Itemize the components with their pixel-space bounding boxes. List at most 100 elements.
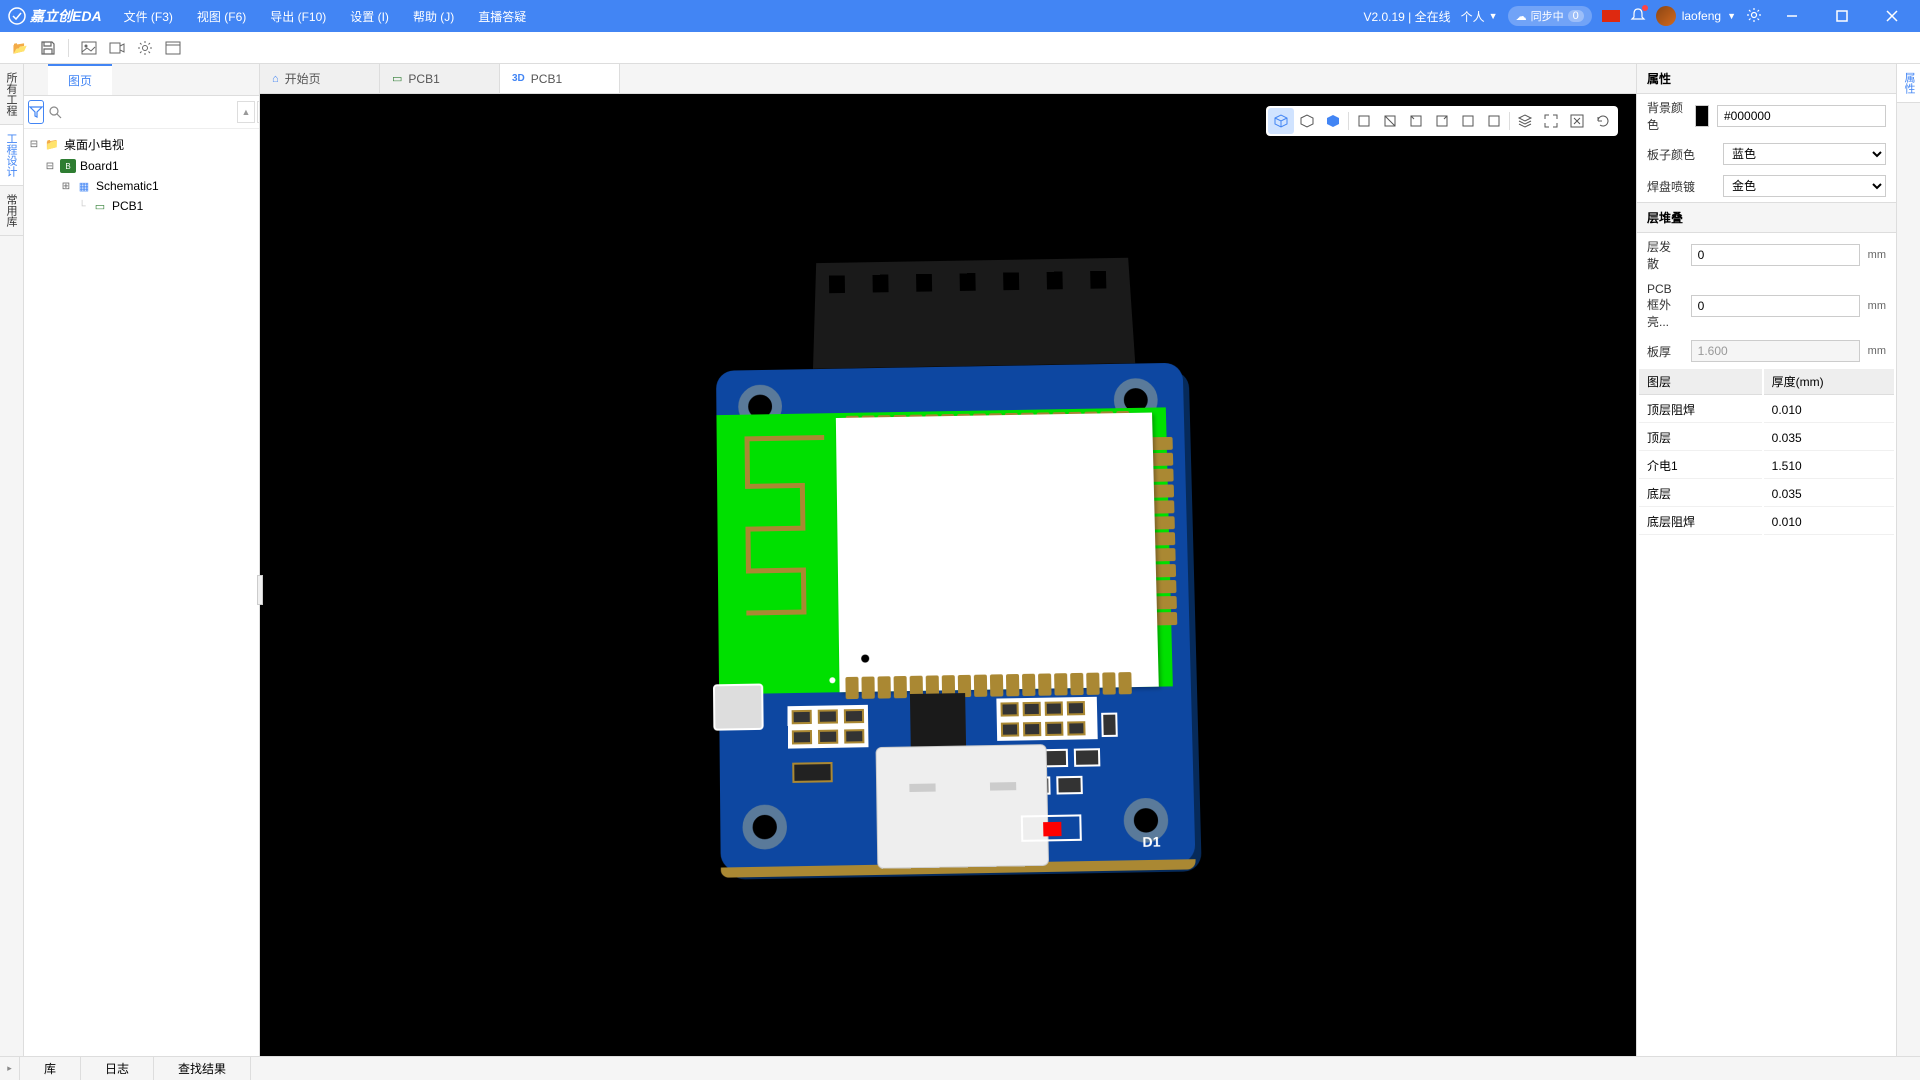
search-button[interactable] (48, 100, 62, 124)
home-icon: ⌂ (272, 73, 279, 85)
menu-export[interactable]: 导出 (F10) (260, 4, 336, 29)
tree-schematic[interactable]: ⊞ ▦ Schematic1 (24, 176, 259, 196)
bg-color-label: 背景颜色 (1647, 99, 1687, 133)
pad-spray-label: 焊盘喷镀 (1647, 178, 1715, 195)
close-button[interactable] (1872, 0, 1912, 32)
video-tool-button[interactable] (105, 36, 129, 60)
gear-tool-button[interactable] (133, 36, 157, 60)
tree-board[interactable]: ⊟ B Board1 (24, 156, 259, 176)
tab-start-page[interactable]: ⌂ 开始页 (260, 64, 380, 93)
view-bottom-button[interactable] (1481, 108, 1507, 134)
pad-spray-select[interactable]: 金色 (1723, 175, 1886, 197)
layer-row[interactable]: 底层阻焊0.010 (1639, 509, 1894, 535)
save-button[interactable] (36, 36, 60, 60)
maximize-button[interactable] (1822, 0, 1862, 32)
bottom-collapse-button[interactable]: ▸ (0, 1057, 20, 1080)
right-vertical-tabs: 属性 (1896, 64, 1920, 1056)
layer-name: 介电1 (1639, 453, 1762, 479)
titlebar-right: V2.0.19 | 全在线 个人 ▼ ☁ 同步中 0 laofeng ▼ (1363, 0, 1912, 32)
sync-badge[interactable]: ☁ 同步中 0 (1508, 6, 1592, 26)
flag-icon[interactable] (1602, 10, 1620, 22)
prop-pad-spray: 焊盘喷镀 金色 (1637, 170, 1896, 202)
open-folder-button[interactable]: 📂 (8, 36, 32, 60)
properties-panel: 属性 背景颜色 板子颜色 蓝色 焊盘喷镀 金色 层堆叠 层发散 (1636, 64, 1896, 1056)
vtab-project-design[interactable]: 工程设计 (0, 125, 23, 186)
titlebar: 嘉立创EDA 文件 (F3) 视图 (F6) 导出 (F10) 设置 (I) 帮… (0, 0, 1920, 32)
tree-project[interactable]: ⊟ 📁 桌面小电视 (24, 133, 259, 156)
minimize-button[interactable] (1772, 0, 1812, 32)
menu-help[interactable]: 帮助 (J) (403, 4, 464, 29)
tree-toggle-icon[interactable]: ⊟ (44, 161, 56, 172)
view-top-button[interactable] (1455, 108, 1481, 134)
menu-file[interactable]: 文件 (F3) (114, 4, 183, 29)
username: laofeng (1682, 9, 1721, 23)
view-back-button[interactable] (1377, 108, 1403, 134)
bottom-tab-log[interactable]: 日志 (81, 1057, 154, 1080)
view-toolbar (1266, 106, 1618, 136)
bg-color-swatch[interactable] (1695, 105, 1709, 127)
settings-gear-icon[interactable] (1746, 7, 1762, 26)
view-front-button[interactable] (1351, 108, 1377, 134)
board-color-select[interactable]: 蓝色 (1723, 143, 1886, 165)
view-wireframe-button[interactable] (1294, 108, 1320, 134)
tree-pcb-label: PCB1 (112, 199, 143, 213)
user-menu[interactable]: laofeng ▼ (1656, 6, 1736, 26)
tree-toggle-icon[interactable]: ⊞ (60, 181, 72, 192)
version-status: V2.0.19 | 全在线 (1363, 8, 1450, 25)
thickness-input (1691, 340, 1860, 362)
project-tree: ⊟ 📁 桌面小电视 ⊟ B Board1 ⊞ ▦ Schematic1 └ ▭ … (24, 129, 259, 1056)
tab-pcb-2d[interactable]: ▭ PCB1 (380, 64, 500, 93)
panel-resize-handle[interactable] (257, 575, 263, 605)
bg-color-input[interactable] (1717, 105, 1886, 127)
layer-expand-input[interactable] (1691, 244, 1860, 266)
view-iso-button[interactable] (1268, 108, 1294, 134)
tab-pcb-3d[interactable]: 3D PCB1 (500, 64, 620, 93)
left-vertical-tabs: 所有工程 工程设计 常用库 (0, 64, 24, 1056)
refresh-button[interactable] (1590, 108, 1616, 134)
notifications-button[interactable] (1630, 7, 1646, 26)
usb-connector (876, 744, 1050, 869)
vtab-properties[interactable]: 属性 (1897, 64, 1920, 103)
view-left-button[interactable] (1403, 108, 1429, 134)
vtab-all-projects[interactable]: 所有工程 (0, 64, 23, 125)
fit-button[interactable] (1564, 108, 1590, 134)
layer-row[interactable]: 顶层阻焊0.010 (1639, 397, 1894, 423)
toolbar: 📂 (0, 32, 1920, 64)
properties-header: 属性 (1637, 64, 1896, 94)
menu-live[interactable]: 直播答疑 (468, 4, 536, 29)
filter-button[interactable] (28, 100, 44, 124)
bottom-tab-lib[interactable]: 库 (20, 1057, 81, 1080)
notification-dot-icon (1642, 5, 1648, 11)
layer-row[interactable]: 介电11.510 (1639, 453, 1894, 479)
menu-settings[interactable]: 设置 (I) (340, 4, 399, 29)
nav-up-button[interactable]: ▲ (237, 101, 255, 123)
layers-button[interactable] (1512, 108, 1538, 134)
unit-label: mm (1868, 345, 1886, 357)
menu-view[interactable]: 视图 (F6) (187, 4, 256, 29)
folder-icon: 📁 (44, 138, 60, 152)
image-tool-button[interactable] (77, 36, 101, 60)
layer-row[interactable]: 顶层0.035 (1639, 425, 1894, 451)
bottom-tab-find[interactable]: 查找结果 (154, 1057, 251, 1080)
3d-viewport[interactable]: C11 D1 (260, 94, 1636, 1056)
workspace-selector[interactable]: 个人 ▼ (1461, 8, 1498, 25)
view-right-button[interactable] (1429, 108, 1455, 134)
layer-row[interactable]: 底层0.035 (1639, 481, 1894, 507)
pcb-outline-input[interactable] (1691, 295, 1860, 317)
pcb-outline-label: PCB框外亮... (1647, 282, 1683, 330)
document-tabs: ⌂ 开始页 ▭ PCB1 3D PCB1 (260, 64, 1636, 94)
pcb-3d-model: C11 D1 (695, 255, 1206, 903)
tree-toggle-icon[interactable]: ⊟ (28, 139, 40, 150)
silkscreen-d1: D1 (1142, 833, 1160, 850)
bottom-bar: ▸ 库 日志 查找结果 (0, 1056, 1920, 1080)
view-solid-button[interactable] (1320, 108, 1346, 134)
cloud-icon: ☁ (1516, 10, 1527, 23)
vtab-common-lib[interactable]: 常用库 (0, 186, 23, 236)
panel-tool-button[interactable] (161, 36, 185, 60)
tree-pcb[interactable]: └ ▭ PCB1 (24, 196, 259, 216)
pcb-icon: ▭ (392, 72, 402, 85)
left-tab-sheets[interactable]: 图页 (48, 64, 112, 95)
fullscreen-button[interactable] (1538, 108, 1564, 134)
tree-search-input[interactable] (66, 101, 233, 123)
layer-name: 底层 (1639, 481, 1762, 507)
